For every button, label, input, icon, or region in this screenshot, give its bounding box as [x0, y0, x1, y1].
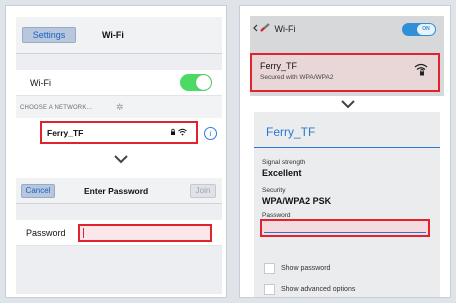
settings-back-button[interactable]: Settings [22, 27, 76, 43]
signal-strength-label: Signal strength [262, 159, 306, 166]
wifi-toggle[interactable]: ON [402, 23, 436, 36]
network-row: Ferry_TF i [16, 118, 222, 146]
password-dialog-header: Cancel Enter Password Join [16, 178, 222, 204]
network-name: Ferry_TF [260, 61, 297, 71]
page-title: Wi-Fi [102, 30, 124, 40]
android-wifi-header: Wi-Fi ON Ferry_TF Secured with WPA/WPA2 [250, 16, 444, 96]
text-caret [83, 228, 84, 238]
ios-panel: Settings Wi-Fi Wi-Fi CHOOSE A NETWORK...… [5, 5, 227, 298]
security-value: WPA/WPA2 PSK [262, 196, 332, 206]
show-password-label: Show password [281, 265, 331, 272]
toggle-on-label: ON [417, 24, 435, 35]
password-label: Password [262, 212, 291, 219]
dialog-title: Ferry_TF [266, 125, 316, 139]
android-panel: Wi-Fi ON Ferry_TF Secured with WPA/WPA2 … [239, 5, 451, 298]
empty-area [16, 246, 222, 294]
loading-spinner-icon: ✲ [116, 102, 124, 112]
network-item-ferry-tf[interactable]: Ferry_TF Secured with WPA/WPA2 [250, 53, 440, 92]
join-button[interactable]: Join [190, 184, 216, 198]
section-spacer [16, 204, 222, 220]
show-password-checkbox[interactable] [264, 263, 275, 274]
password-row: Password [16, 220, 222, 246]
input-underline [264, 232, 426, 233]
wifi-locked-icon [414, 63, 428, 76]
password-input[interactable] [260, 219, 430, 237]
toggle-knob [196, 75, 211, 90]
password-dialog-title: Enter Password [84, 186, 149, 196]
show-advanced-label: Show advanced options [281, 286, 356, 293]
cancel-button[interactable]: Cancel [21, 184, 55, 198]
choose-network-header: CHOOSE A NETWORK... ✲ [16, 96, 222, 118]
security-label: Security [262, 187, 286, 194]
page-title[interactable]: Wi-Fi [252, 23, 296, 34]
lock-wifi-icon [170, 128, 188, 138]
chevron-down-icon [114, 155, 128, 164]
password-label: Password [26, 228, 66, 238]
section-spacer [16, 54, 222, 70]
show-advanced-checkbox[interactable] [264, 284, 275, 295]
network-item-ferry-tf[interactable]: Ferry_TF [40, 121, 198, 144]
dialog-divider [254, 147, 440, 148]
wifi-title-label: Wi-Fi [274, 24, 296, 34]
password-input[interactable] [78, 224, 212, 242]
wifi-toggle-row: Wi-Fi [16, 70, 222, 96]
choose-network-label: CHOOSE A NETWORK... [20, 105, 93, 111]
signal-strength-value: Excellent [262, 168, 302, 178]
info-icon[interactable]: i [204, 127, 217, 140]
wifi-label: Wi-Fi [30, 78, 51, 88]
network-name: Ferry_TF [47, 128, 84, 138]
chevron-down-icon [341, 100, 355, 109]
ios-wifi-header: Settings Wi-Fi [16, 17, 222, 54]
network-dialog: Ferry_TF Signal strength Excellent Secur… [254, 112, 440, 297]
back-settings-icon [253, 23, 270, 32]
network-security: Secured with WPA/WPA2 [260, 74, 334, 81]
wifi-toggle[interactable] [180, 74, 212, 91]
